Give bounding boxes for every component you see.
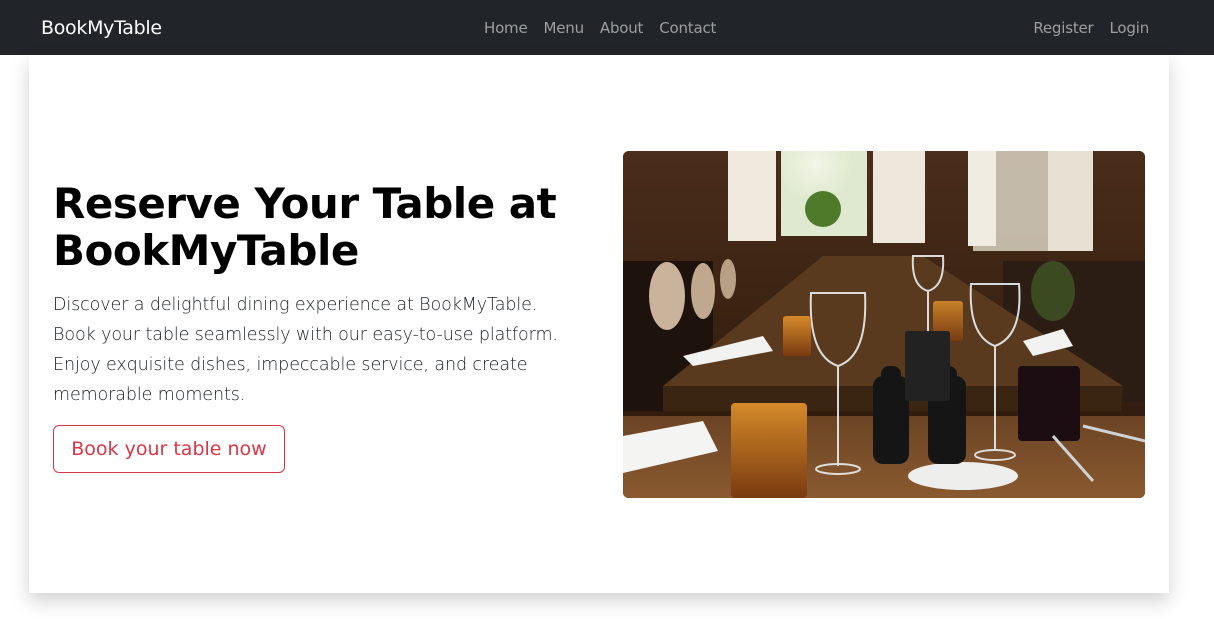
auth-nav: Register Login [1033,0,1149,55]
main-nav: Home Menu About Contact [484,0,716,55]
nav-link-home[interactable]: Home [484,19,528,37]
book-table-button[interactable]: Book your table now [53,425,285,473]
nav-link-register[interactable]: Register [1033,19,1093,37]
hero-title: Reserve Your Table at BookMyTable [53,179,557,275]
nav-link-menu[interactable]: Menu [544,19,585,37]
nav-link-about[interactable]: About [600,19,644,37]
nav-link-contact[interactable]: Contact [659,19,716,37]
brand-logo-link[interactable]: BookMyTable [41,0,162,55]
hero-card: Reserve Your Table at BookMyTable Discov… [29,55,1169,593]
restaurant-photo [623,151,1145,498]
top-navbar: BookMyTable Home Menu About Contact Regi… [0,0,1214,55]
hero-description: Discover a delightful dining experience … [53,295,558,405]
nav-link-login[interactable]: Login [1110,19,1150,37]
